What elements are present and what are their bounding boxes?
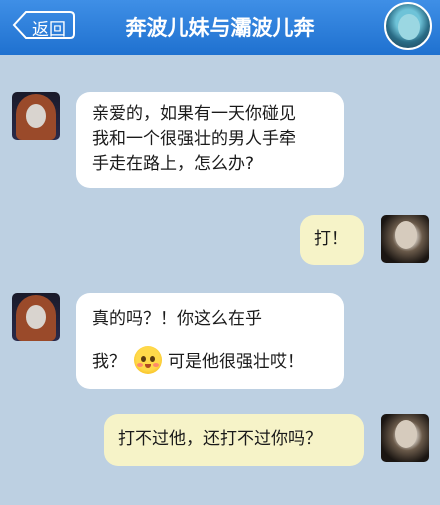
app-header: 返回 奔波儿妹与灞波儿奔	[0, 0, 440, 55]
message-line: 我和一个很强壮的男人手牵	[92, 129, 296, 149]
group-avatar[interactable]	[384, 2, 432, 50]
message-bubble[interactable]: 真的吗？！你这么在乎 我？ 可是他很强壮哎！	[76, 293, 344, 389]
message-bubble[interactable]: 亲爱的，如果有一天你碰见 我和一个很强壮的男人手牵 手走在路上，怎么办?	[76, 92, 344, 188]
chat-title: 奔波儿妹与灞波儿奔	[125, 16, 315, 40]
message-line: 真的吗？！你这么在乎	[92, 309, 262, 329]
flushed-face-icon	[134, 346, 162, 374]
sender-avatar-girl[interactable]	[12, 293, 60, 341]
message-line: 手走在路上，怎么办?	[92, 154, 255, 174]
message-line: 我？	[92, 352, 126, 372]
message-bubble[interactable]: 打不过他，还打不过你吗？	[104, 414, 364, 466]
message-line: 亲爱的，如果有一天你碰见	[92, 104, 296, 124]
message-bubble[interactable]: 打！	[300, 215, 364, 265]
message-line: 打不过他，还打不过你吗？	[118, 429, 322, 449]
message-line: 可是他很强壮哎！	[168, 352, 304, 372]
sender-avatar-man[interactable]	[381, 215, 429, 263]
sender-avatar-girl[interactable]	[12, 92, 60, 140]
sender-avatar-man[interactable]	[381, 414, 429, 462]
message-line: 打！	[314, 229, 348, 249]
